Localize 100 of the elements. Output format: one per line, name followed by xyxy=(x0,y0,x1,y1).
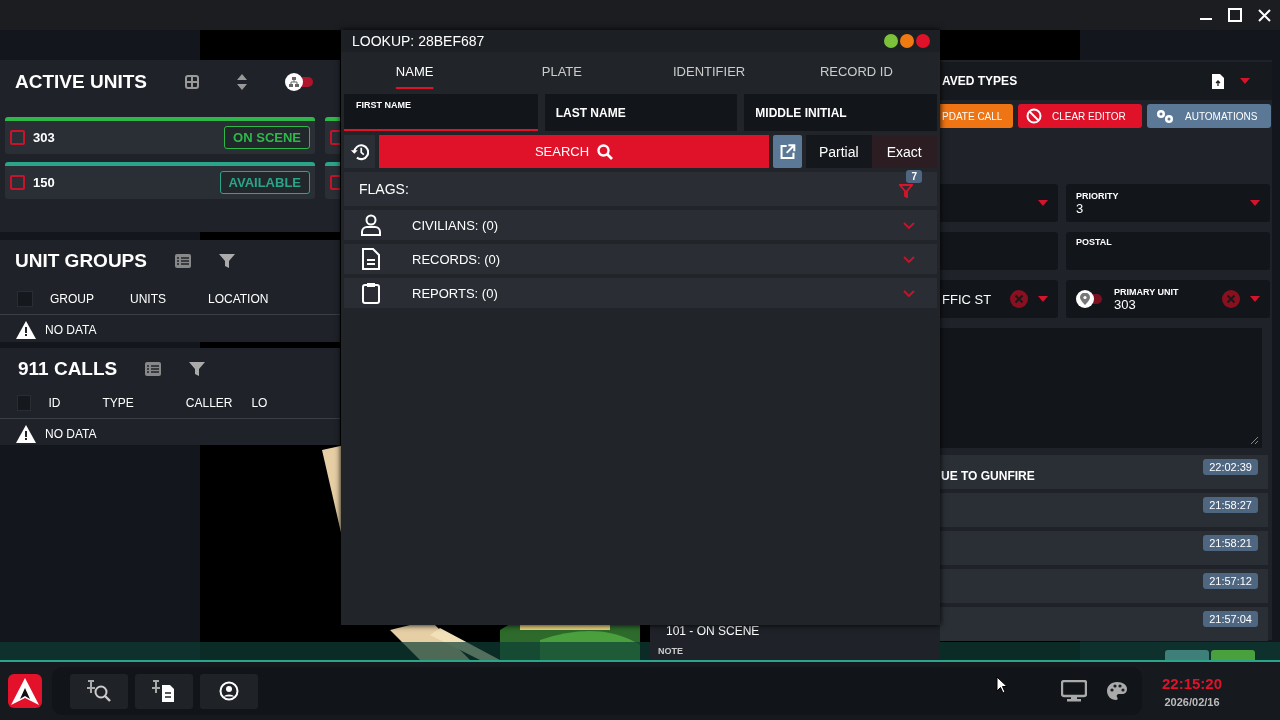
unit-card[interactable]: 150 AVAILABLE xyxy=(5,162,315,199)
accordion-row[interactable]: REPORTS: (0) xyxy=(344,278,937,308)
empty-message: NO DATA xyxy=(45,323,97,337)
panel-title: 911 CALLS xyxy=(18,358,118,380)
accordion-row[interactable]: RECORDS: (0) xyxy=(344,244,937,274)
tab[interactable]: NAME xyxy=(341,57,489,85)
clipboard-icon xyxy=(360,282,382,304)
log-entry[interactable]: 21:58:27 xyxy=(940,493,1268,527)
list-icon[interactable] xyxy=(145,362,162,376)
dropdown-field[interactable] xyxy=(940,184,1058,222)
filter-icon[interactable] xyxy=(218,254,235,268)
checkbox[interactable] xyxy=(10,175,25,190)
section-label: CIVILIANS: (0) xyxy=(412,217,499,233)
tab[interactable]: RECORD ID xyxy=(782,57,930,85)
maximize-icon[interactable] xyxy=(1228,8,1242,22)
resize-grip-icon[interactable] xyxy=(1250,436,1258,444)
grouping-toggle[interactable] xyxy=(284,74,315,90)
warning-icon xyxy=(16,321,36,339)
network-icon xyxy=(287,76,300,88)
tab[interactable]: PLATE xyxy=(488,57,636,85)
panel-title: ACTIVE UNITS xyxy=(15,71,147,93)
sort-icon[interactable] xyxy=(236,74,247,90)
count-badge: 7 xyxy=(906,170,922,183)
external-link-button[interactable] xyxy=(773,135,802,168)
status-badge: ON SCENE xyxy=(224,126,310,149)
log-text: UE TO GUNFIRE xyxy=(941,468,1036,483)
location-toggle[interactable] xyxy=(1076,291,1104,307)
flags-label: FLAGS: xyxy=(359,181,409,197)
pin-search-icon xyxy=(85,680,113,702)
clock-time: 22:15:20 xyxy=(1162,674,1223,692)
external-link-icon xyxy=(779,141,796,162)
grid-icon[interactable] xyxy=(184,75,199,89)
time-badge: 21:57:12 xyxy=(1203,573,1258,589)
time-badge: 21:57:04 xyxy=(1203,611,1258,627)
checkbox[interactable] xyxy=(17,291,33,307)
time-badge: 22:02:39 xyxy=(1203,459,1258,475)
filter-icon[interactable] xyxy=(189,362,206,376)
unit-callsign: 303 xyxy=(33,130,56,145)
match-mode-toggle[interactable]: Exact xyxy=(871,135,937,168)
saved-types-label: AVED TYPES xyxy=(942,74,1019,88)
clear-button[interactable]: CLEAR EDITOR xyxy=(1018,104,1142,128)
person-icon xyxy=(360,214,382,236)
column-header[interactable]: TYPE xyxy=(102,396,186,410)
file-upload-icon[interactable] xyxy=(1212,73,1224,89)
panel-title: UNIT GROUPS xyxy=(15,250,147,272)
input-field[interactable]: FIRST NAME xyxy=(344,94,538,131)
user-icon xyxy=(219,681,239,701)
column-header[interactable]: LOCATION xyxy=(208,292,308,306)
column-header[interactable]: GROUP xyxy=(50,292,130,306)
location-pin-icon xyxy=(1080,293,1090,305)
caret-icon xyxy=(1250,200,1260,206)
automations-button[interactable]: AUTOMATIONS xyxy=(1147,104,1271,128)
pinned-document-button[interactable] xyxy=(135,673,193,709)
window-title: LOOKUP: 28BEF687 xyxy=(352,33,485,49)
close-icon[interactable] xyxy=(1258,8,1271,22)
log-entry[interactable]: 21:58:21 xyxy=(940,531,1268,565)
column-header[interactable]: LO xyxy=(251,396,340,410)
primary-unit-dropdown[interactable]: PRIMARY UNIT 303 xyxy=(1066,280,1270,318)
accordion-row[interactable]: CIVILIANS: (0) xyxy=(344,210,937,240)
column-header[interactable]: ID xyxy=(48,396,103,410)
close-dot[interactable] xyxy=(916,34,930,48)
history-button[interactable] xyxy=(344,135,375,168)
match-mode-toggle[interactable]: Partial xyxy=(806,135,872,168)
palette-icon[interactable] xyxy=(1106,681,1128,701)
checkbox[interactable] xyxy=(10,130,25,145)
minimize-dot[interactable] xyxy=(884,34,898,48)
caret-icon xyxy=(1038,200,1048,206)
search-icon xyxy=(597,143,614,160)
field-value: 303 xyxy=(1114,296,1137,312)
pinned-search-button[interactable] xyxy=(70,673,128,709)
field-value: 3 xyxy=(1076,200,1085,216)
caret-icon[interactable] xyxy=(1240,78,1250,84)
postal-field[interactable]: POSTAL xyxy=(1066,232,1270,270)
column-header[interactable]: CALLER xyxy=(185,396,252,410)
log-entry[interactable]: 21:57:04 xyxy=(940,607,1268,641)
column-header[interactable]: UNITS xyxy=(130,292,208,306)
gears-icon xyxy=(1155,108,1175,124)
log-entry[interactable]: 21:57:12 xyxy=(940,569,1268,603)
caret-icon xyxy=(1038,296,1048,302)
maximize-dot[interactable] xyxy=(900,34,914,48)
profile-button[interactable] xyxy=(200,673,258,709)
input-field[interactable]: MIDDLE INITIAL xyxy=(744,94,937,131)
unit-card[interactable]: 303 ON SCENE xyxy=(5,117,315,154)
log-entry[interactable]: UE TO GUNFIRE 22:02:39 xyxy=(940,455,1268,489)
monitor-icon[interactable] xyxy=(1061,680,1087,702)
time-badge: 21:58:27 xyxy=(1203,497,1258,513)
input-field[interactable] xyxy=(940,232,1058,270)
section-label: RECORDS: (0) xyxy=(412,251,502,267)
tab[interactable]: IDENTIFIER xyxy=(635,57,783,85)
call-type-dropdown[interactable]: FFIC ST xyxy=(940,280,1058,318)
list-icon[interactable] xyxy=(174,254,191,268)
checkbox[interactable] xyxy=(17,395,32,411)
note-label: NOTE xyxy=(658,646,684,656)
input-field[interactable]: LAST NAME xyxy=(544,94,738,131)
prohibited-icon xyxy=(1026,108,1042,124)
app-logo[interactable] xyxy=(8,674,42,708)
log-entry: 101 - ON SCENE xyxy=(666,624,761,638)
search-button[interactable]: SEARCH xyxy=(379,135,769,168)
unit-callsign: 150 xyxy=(33,175,56,190)
priority-dropdown[interactable]: PRIORITY 3 xyxy=(1066,184,1270,222)
